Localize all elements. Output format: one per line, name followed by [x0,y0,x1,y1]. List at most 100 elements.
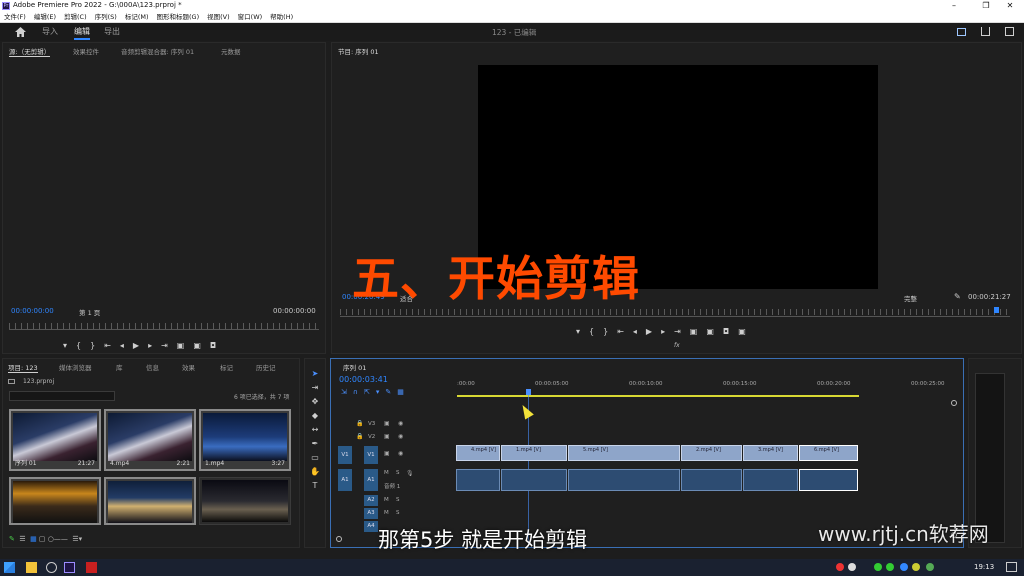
tab-export[interactable]: 导出 [104,26,120,37]
fullscreen-icon[interactable] [1005,27,1014,36]
lock-icon[interactable]: 🔒 [356,420,363,427]
clock-app-icon[interactable] [46,562,57,573]
close-button[interactable]: ✕ [996,0,1024,12]
video-clip[interactable]: 2.mp4 [V] [681,445,742,461]
tab-effect-controls[interactable]: 效果控件 [73,46,99,56]
icon-view-icon[interactable]: ▦ [30,535,37,543]
video-clip[interactable]: 6.mp4 [V] [799,445,858,461]
track-target-a4[interactable]: A4 [364,521,378,532]
sort-icon[interactable]: ☰▾ [72,535,82,543]
menu-window[interactable]: 窗口(W) [234,12,267,23]
tab-effects[interactable]: 效果 [182,362,195,372]
bin-item-4mp4[interactable]: 4.mp4 2:21 [104,409,196,471]
menu-clip[interactable]: 剪辑(C) [60,12,91,23]
lock-icon[interactable]: 🔒 [356,433,363,440]
video-clip[interactable]: 4.mp4 [V] [456,445,500,461]
track-target-a3[interactable]: A3 [364,508,378,519]
track-target-v1[interactable]: V1 [364,446,378,464]
eye-icon[interactable]: ◉ [398,450,403,457]
menu-file[interactable]: 文件(F) [0,12,30,23]
menu-help[interactable]: 帮助(H) [266,12,297,23]
bin-item-5mp4[interactable] [9,477,101,525]
work-area-bar[interactable] [457,395,859,397]
wechat-icon[interactable] [886,563,894,571]
tray-icon[interactable] [912,563,920,571]
vertical-scroll-handle[interactable] [951,400,957,406]
file-explorer-icon[interactable] [26,562,37,573]
minimize-button[interactable]: – [940,0,968,12]
program-scrollbar[interactable] [340,316,1010,317]
tab-import[interactable]: 导入 [42,26,58,37]
bin-item-sequence[interactable]: 序列 01 21:27 [9,409,101,471]
list-view-icon[interactable]: ☰ [19,535,25,543]
tab-edit[interactable]: 编辑 [74,26,90,40]
windows-start-icon[interactable] [4,562,15,573]
audio-clip[interactable] [456,469,500,491]
video-clip[interactable]: 1.mp4 [V] [501,445,567,461]
ripple-edit-tool-icon[interactable]: ✥ [310,397,320,407]
tab-project[interactable]: 项目: 123 [8,362,38,373]
mute-button[interactable]: M [384,497,389,503]
zoom-slider[interactable]: ○—— [48,535,68,543]
slip-tool-icon[interactable]: ↔ [310,425,320,435]
home-icon[interactable] [15,27,26,37]
menu-edit[interactable]: 编辑(E) [30,12,60,23]
premiere-taskbar-icon[interactable] [64,562,75,573]
source-transport-controls[interactable]: ▾{}⇤◂▶▸⇥▣▣◘ [63,341,283,351]
track-target-a2[interactable]: A2 [364,495,378,506]
tab-source[interactable]: 源:（无剪辑） [9,46,51,57]
tab-audio-mixer[interactable]: 音频剪辑混合器: 序列 01 [121,46,194,56]
network-icon[interactable] [926,563,934,571]
solo-button[interactable]: S [396,497,400,503]
wechat-icon[interactable] [874,563,882,571]
mute-button[interactable]: M [384,470,389,476]
bluetooth-icon[interactable] [900,563,908,571]
program-ruler[interactable] [340,309,1010,315]
tray-icon[interactable] [848,563,856,571]
bin-item-3mp4[interactable] [199,477,291,525]
workspaces-icon[interactable] [957,28,966,36]
tab-metadata[interactable]: 元数据 [221,46,241,56]
mic-icon[interactable]: 🎙 [406,470,414,477]
program-title[interactable]: 节目: 序列 01 [338,46,379,56]
mute-button[interactable]: M [384,510,389,516]
audio-clip[interactable] [568,469,680,491]
bin-item-1mp4[interactable]: 1.mp4 3:27 [199,409,291,471]
video-clip[interactable]: 3.mp4 [V] [743,445,798,461]
tab-markers[interactable]: 标记 [220,362,233,372]
project-footer-toolbar[interactable]: ✎ ☰ ▦ ▢ ○—— ☰▾ [9,535,295,545]
solo-button[interactable]: S [396,510,400,516]
source-patch-v1[interactable]: V1 [338,446,352,464]
menu-sequence[interactable]: 序列(S) [91,12,121,23]
hand-tool-icon[interactable]: ✋ [310,467,320,477]
program-transport-controls[interactable]: ▾{}⇤◂▶▸⇥▣▣◘▣ [576,327,796,337]
wrench-icon[interactable]: ✎ [954,292,962,301]
audio-clip[interactable] [681,469,742,491]
eye-icon[interactable]: ◉ [398,420,403,427]
notification-icon[interactable] [1006,562,1017,572]
tab-history[interactable]: 历史记 [256,362,276,372]
time-ruler[interactable]: :00:00 00:00:05:00 00:00:10:00 00:00:15:… [457,381,957,391]
eye-icon[interactable]: ◉ [398,433,403,440]
source-patch-a1[interactable]: A1 [338,469,352,491]
bin-item-2mp4[interactable] [104,477,196,525]
source-scrollbar[interactable] [9,329,319,330]
sync-icon[interactable]: ▣ [384,433,390,440]
track-select-tool-icon[interactable]: ⇥ [310,383,320,393]
source-timecode-in[interactable]: 00:00:00:00 [11,307,54,315]
quality-dropdown[interactable]: 完整 [904,293,917,303]
fx-icon[interactable]: fx [674,342,680,349]
freeform-view-icon[interactable]: ▢ [39,535,46,543]
timeline-toolbar[interactable]: ⇲∩⇱▾✎▦ [341,388,441,396]
project-search-input[interactable] [9,391,115,401]
timeline-timecode[interactable]: 00:00:03:41 [339,375,388,384]
tray-icon[interactable] [836,563,844,571]
tab-libraries[interactable]: 库 [116,362,123,372]
share-icon[interactable] [981,27,990,36]
pencil-icon[interactable]: ✎ [9,535,15,543]
rectangle-tool-icon[interactable]: ▭ [310,453,320,463]
track-target-a1[interactable]: A1 [364,469,378,491]
audio-clip[interactable] [743,469,798,491]
wps-icon[interactable] [86,562,97,573]
video-clip[interactable]: 5.mp4 [V] [568,445,680,461]
